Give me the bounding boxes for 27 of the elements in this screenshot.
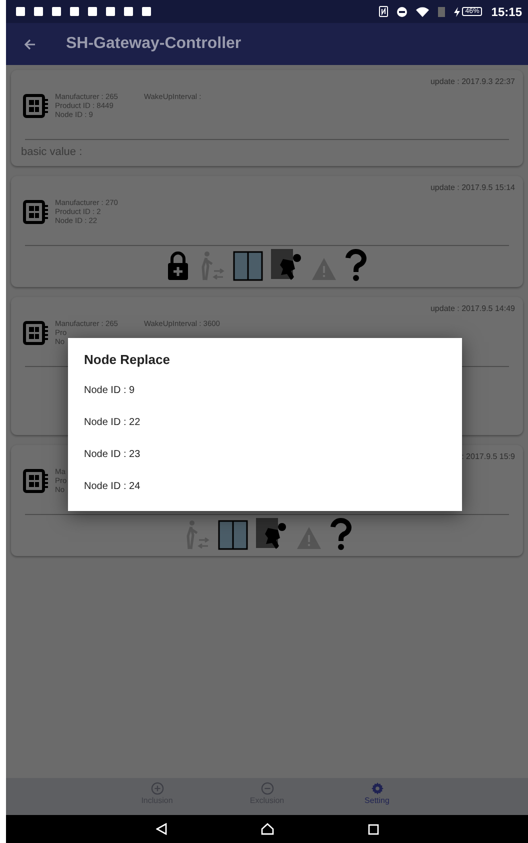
update-time: update : 2017.9.5 15:14 <box>430 183 515 192</box>
charging-icon <box>454 6 460 16</box>
wifi-icon <box>416 6 430 16</box>
node-option[interactable]: Node ID : 24 <box>68 471 462 503</box>
dialog-title: Node Replace <box>83 352 171 369</box>
app-title: SH-Gateway-Controller <box>66 35 242 53</box>
node-option[interactable]: Node ID : 9 <box>68 375 462 407</box>
clock-time: 15:15 <box>491 4 522 18</box>
device-chip-icon <box>23 321 49 345</box>
node-option[interactable]: Node ID : 22 <box>68 407 462 439</box>
back-arrow-icon[interactable] <box>24 38 36 50</box>
home-icon[interactable] <box>260 823 274 835</box>
device-chip-icon <box>23 469 49 493</box>
update-time: update : 2017.9.3 22:37 <box>430 77 515 86</box>
update-time: update : 2017.9.5 14:49 <box>430 304 515 313</box>
minus-circle-icon <box>260 782 274 795</box>
node-option[interactable]: Node ID : 23 <box>68 439 462 471</box>
device-chip-icon <box>23 94 49 118</box>
plus-circle-icon <box>150 782 164 795</box>
device-chip-icon <box>23 200 49 224</box>
back-icon[interactable] <box>156 823 166 835</box>
sim-icon <box>438 6 446 16</box>
do-not-disturb-icon <box>397 6 408 16</box>
nfc-icon <box>379 6 388 17</box>
recents-icon[interactable] <box>368 824 378 834</box>
update-time: : 2017.9.5 15:9 <box>462 452 515 461</box>
settings-icon <box>370 782 384 795</box>
